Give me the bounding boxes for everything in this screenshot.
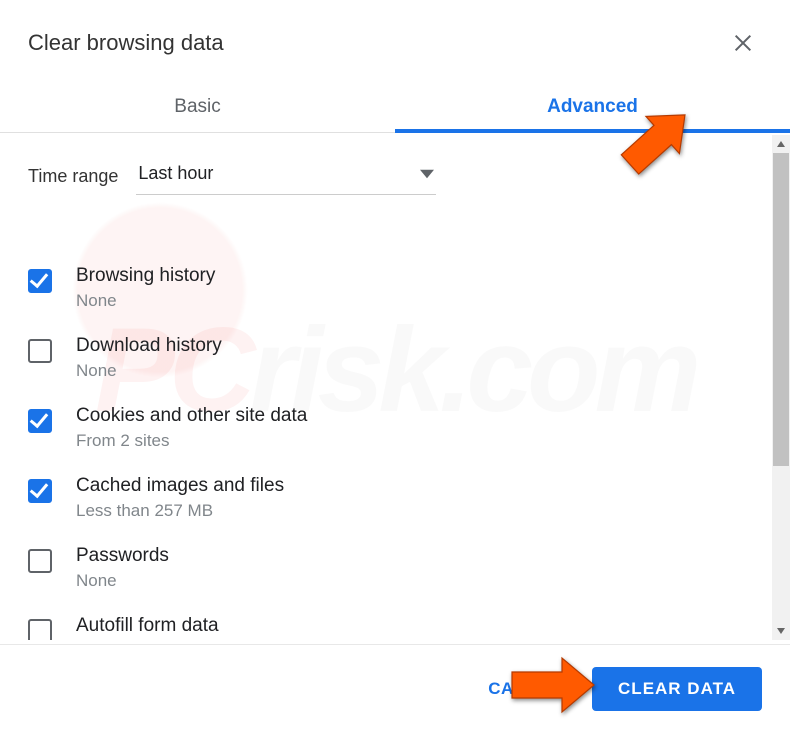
close-button[interactable]	[724, 24, 762, 62]
scrollbar-down-icon[interactable]	[772, 622, 790, 640]
option-subtitle: None	[76, 291, 215, 311]
clear-browsing-data-dialog: PCrisk.com Clear browsing data Basic Adv…	[0, 0, 790, 733]
option-row-download-history: Download history None	[0, 323, 780, 393]
scroll-area: Time range Last hour Browsing history No…	[0, 135, 780, 640]
dialog-footer: CANCEL CLEAR DATA	[0, 644, 790, 733]
time-range-select[interactable]: Last hour	[136, 157, 436, 195]
time-range-value: Last hour	[138, 163, 213, 184]
option-row-passwords: Passwords None	[0, 533, 780, 603]
option-row-autofill: Autofill form data	[0, 603, 780, 640]
checkbox-cached[interactable]	[28, 479, 52, 503]
scrollbar-thumb[interactable]	[773, 153, 789, 466]
dialog-header: Clear browsing data	[0, 0, 790, 82]
option-row-cookies: Cookies and other site data From 2 sites	[0, 393, 780, 463]
option-title: Download history	[76, 335, 222, 357]
option-subtitle: Less than 257 MB	[76, 501, 284, 521]
checkbox-passwords[interactable]	[28, 549, 52, 573]
tab-advanced[interactable]: Advanced	[395, 82, 790, 132]
option-title: Autofill form data	[76, 615, 219, 637]
checkbox-browsing-history[interactable]	[28, 269, 52, 293]
chevron-down-icon	[420, 167, 434, 181]
checkbox-download-history[interactable]	[28, 339, 52, 363]
checkbox-autofill[interactable]	[28, 619, 52, 640]
scrollbar[interactable]	[772, 135, 790, 640]
option-subtitle: None	[76, 571, 169, 591]
time-range-label: Time range	[28, 166, 118, 187]
checkbox-cookies[interactable]	[28, 409, 52, 433]
option-title: Browsing history	[76, 265, 215, 287]
time-range-row: Time range Last hour	[0, 135, 780, 205]
option-title: Cookies and other site data	[76, 405, 307, 427]
option-subtitle: From 2 sites	[76, 431, 307, 451]
clear-data-button[interactable]: CLEAR DATA	[592, 667, 762, 711]
option-row-cached: Cached images and files Less than 257 MB	[0, 463, 780, 533]
dialog-title: Clear browsing data	[28, 30, 224, 56]
option-title: Cached images and files	[76, 475, 284, 497]
tab-basic[interactable]: Basic	[0, 82, 395, 132]
cancel-button[interactable]: CANCEL	[470, 667, 580, 711]
option-row-browsing-history: Browsing history None	[0, 205, 780, 323]
option-subtitle: None	[76, 361, 222, 381]
tabs: Basic Advanced	[0, 82, 790, 133]
scrollbar-up-icon[interactable]	[772, 135, 790, 153]
option-title: Passwords	[76, 545, 169, 567]
close-icon	[732, 32, 754, 54]
